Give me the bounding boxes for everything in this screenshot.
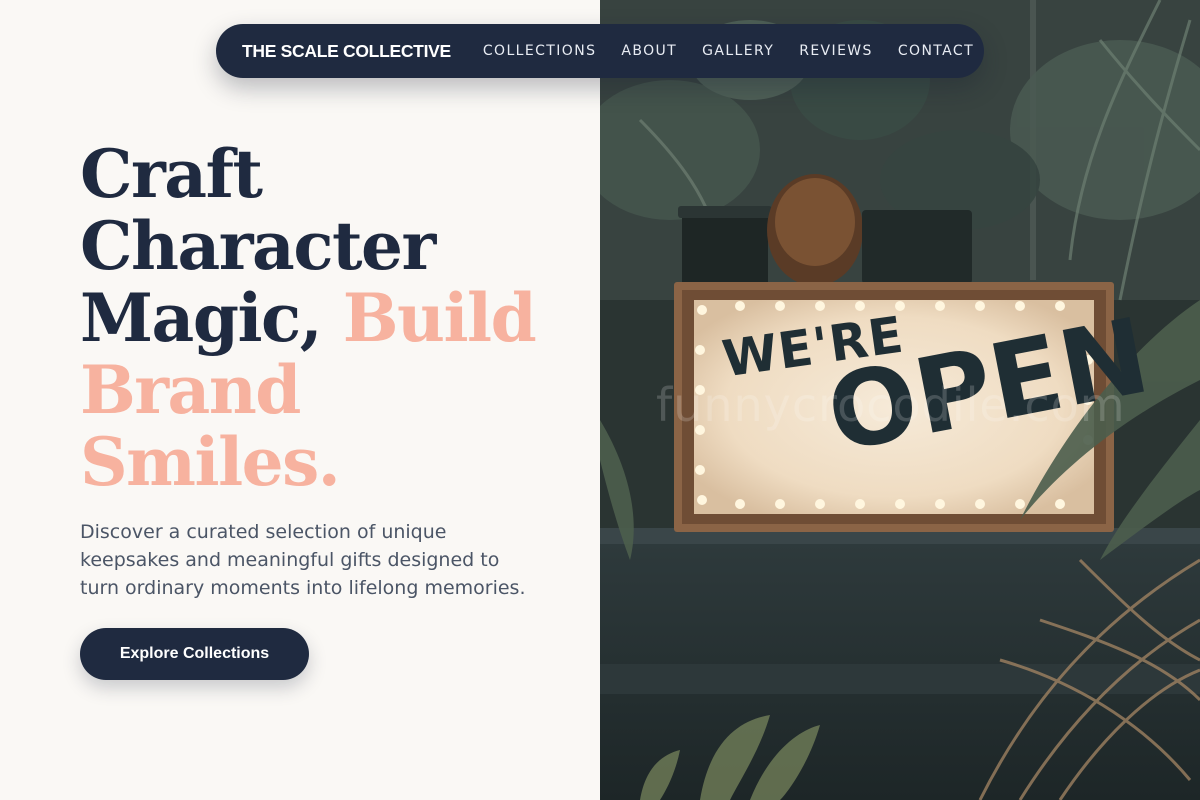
nav-link-about[interactable]: ABOUT bbox=[621, 43, 677, 59]
hero-photo: WE'RE OPEN funnycrocodile.com bbox=[600, 0, 1200, 800]
hero-section: Craft Character Magic, Build Brand Smile… bbox=[80, 138, 580, 498]
nav-link-contact[interactable]: CONTACT bbox=[898, 43, 974, 59]
headline-line-5: Smiles. bbox=[80, 423, 341, 501]
nav-link-reviews[interactable]: REVIEWS bbox=[799, 43, 873, 59]
nav-link-collections[interactable]: COLLECTIONS bbox=[483, 43, 596, 59]
brand-logo-link[interactable]: THE SCALE COLLECTIVE bbox=[242, 41, 451, 62]
nav-link-gallery[interactable]: GALLERY bbox=[702, 43, 774, 59]
nav-links: COLLECTIONS ABOUT GALLERY REVIEWS CONTAC… bbox=[483, 43, 974, 59]
headline-magic: Magic, bbox=[80, 279, 323, 357]
headline-line-3: Magic, Build bbox=[80, 282, 580, 354]
headline-line-1: Craft bbox=[80, 135, 263, 213]
headline-line-4: Brand bbox=[80, 351, 301, 429]
landing-page: WE'RE OPEN funnycrocodile.com THE SCALE … bbox=[0, 0, 1200, 800]
explore-collections-button[interactable]: Explore Collections bbox=[80, 628, 309, 680]
hero-subtitle: Discover a curated selection of unique k… bbox=[80, 521, 526, 599]
hero-headline: Craft Character Magic, Build Brand Smile… bbox=[80, 138, 580, 498]
headline-build-accent: Build bbox=[342, 279, 537, 357]
headline-line-2: Character bbox=[80, 207, 436, 285]
top-navbar: THE SCALE COLLECTIVE COLLECTIONS ABOUT G… bbox=[216, 24, 984, 78]
watermark-text: funnycrocodile.com bbox=[656, 378, 1126, 432]
